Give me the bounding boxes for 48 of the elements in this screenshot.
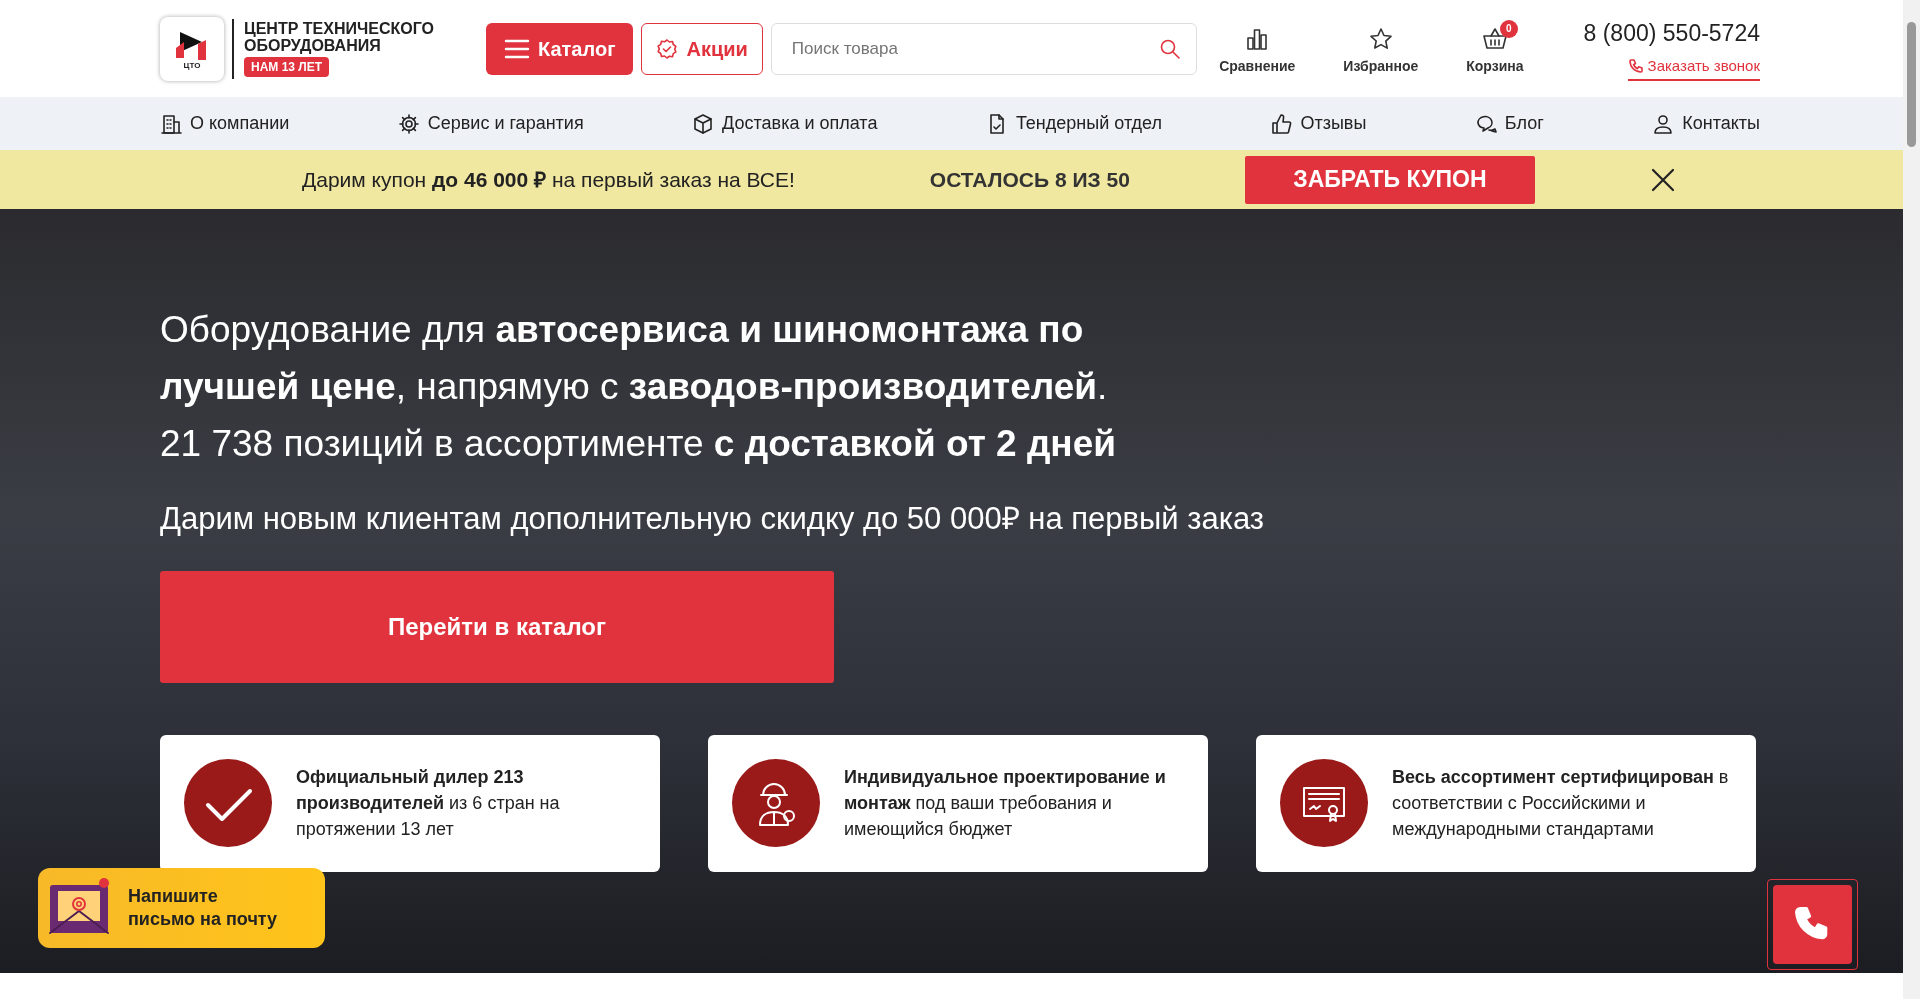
callback-link[interactable]: Заказать звонок <box>1627 54 1760 81</box>
search-icon[interactable] <box>1158 37 1181 60</box>
coupons-remaining: ОСТАЛОСЬ 8 ИЗ 50 <box>929 166 1130 193</box>
coupon-text: Дарим купон до 46 000 ₽ на первый заказ на ВСЕ! <box>302 166 795 193</box>
certificate-icon <box>1280 759 1368 847</box>
hero-subtitle: Дарим новым клиентам дополнительную скидку до 50 000₽ на первый заказ <box>160 500 1265 538</box>
email-widget-button[interactable]: Напишите письмо на почту <box>38 868 325 948</box>
nav-link[interactable]: О компании <box>160 110 290 137</box>
badge-check-icon <box>656 37 679 60</box>
menu-icon <box>504 37 530 60</box>
building-icon <box>160 112 182 135</box>
nav-link[interactable]: Блог <box>1474 110 1544 137</box>
scrollbar-thumb[interactable] <box>1907 22 1916 147</box>
nav-link[interactable]: Контакты <box>1652 110 1760 137</box>
close-icon[interactable] <box>1649 166 1676 193</box>
star-icon <box>1367 26 1394 52</box>
years-badge: НАМ 13 ЛЕТ <box>244 56 330 77</box>
header-action-button[interactable]: Сравнение <box>1207 20 1308 77</box>
box-icon <box>692 112 715 135</box>
thumbs-up-icon <box>1270 112 1293 135</box>
get-coupon-button[interactable]: ЗАБРАТЬ КУПОН <box>1244 155 1535 204</box>
catalog-link-button[interactable]: Перейти в каталог <box>160 570 834 683</box>
hero-heading: Оборудование для автосервиса и шиномонтажа по лучшей цене, напрямую с заводов-производителей. 21 738 позиций в ассортименте с доставкой от 2 дней <box>160 308 1118 466</box>
nav-link[interactable]: Тендерный отдел <box>985 110 1162 137</box>
call-button[interactable] <box>1767 879 1858 970</box>
basket-icon <box>1481 26 1508 52</box>
header-action-button[interactable]: 0 Корзина <box>1454 20 1536 77</box>
nav-link[interactable]: Отзывы <box>1270 110 1367 137</box>
checkmark-icon <box>184 759 272 847</box>
catalog-button[interactable]: Каталог <box>486 22 634 75</box>
header-action-button[interactable]: Избранное <box>1331 20 1431 77</box>
cart-count: 0 <box>1499 20 1518 38</box>
promotions-button[interactable]: Акции <box>641 22 763 75</box>
gear-icon <box>397 112 420 135</box>
feature-text: Индивидуальное проектирование и монтаж под ваши требования и имеющийся бюджет <box>844 766 1167 841</box>
email-widget-text: Напишите письмо на почту <box>128 885 278 931</box>
logo-text: ЦТО <box>183 61 201 70</box>
phone-number: 8 (800) 550-5724 <box>1583 19 1760 48</box>
feature-text: Весь ассортимент сертифицирован в соответствии с Российскими и международными стандартами <box>1392 766 1730 841</box>
nav-link[interactable]: Сервис и гарантия <box>397 110 584 137</box>
logo-mark[interactable]: ЦТО <box>160 16 224 81</box>
person-icon <box>1652 112 1675 135</box>
engineer-icon <box>732 759 820 847</box>
feature-text: Официальный дилер 213 производителей из 6 стран на протяжении 13 лет <box>296 766 561 841</box>
nav-link[interactable]: Доставка и оплата <box>692 110 878 137</box>
phone-icon[interactable] <box>1627 57 1644 74</box>
company-name: ЦЕНТР ТЕХНИЧЕСКОГО ОБОРУДОВАНИЯ <box>244 19 435 54</box>
search-field[interactable]: Поиск товара <box>770 22 1197 75</box>
